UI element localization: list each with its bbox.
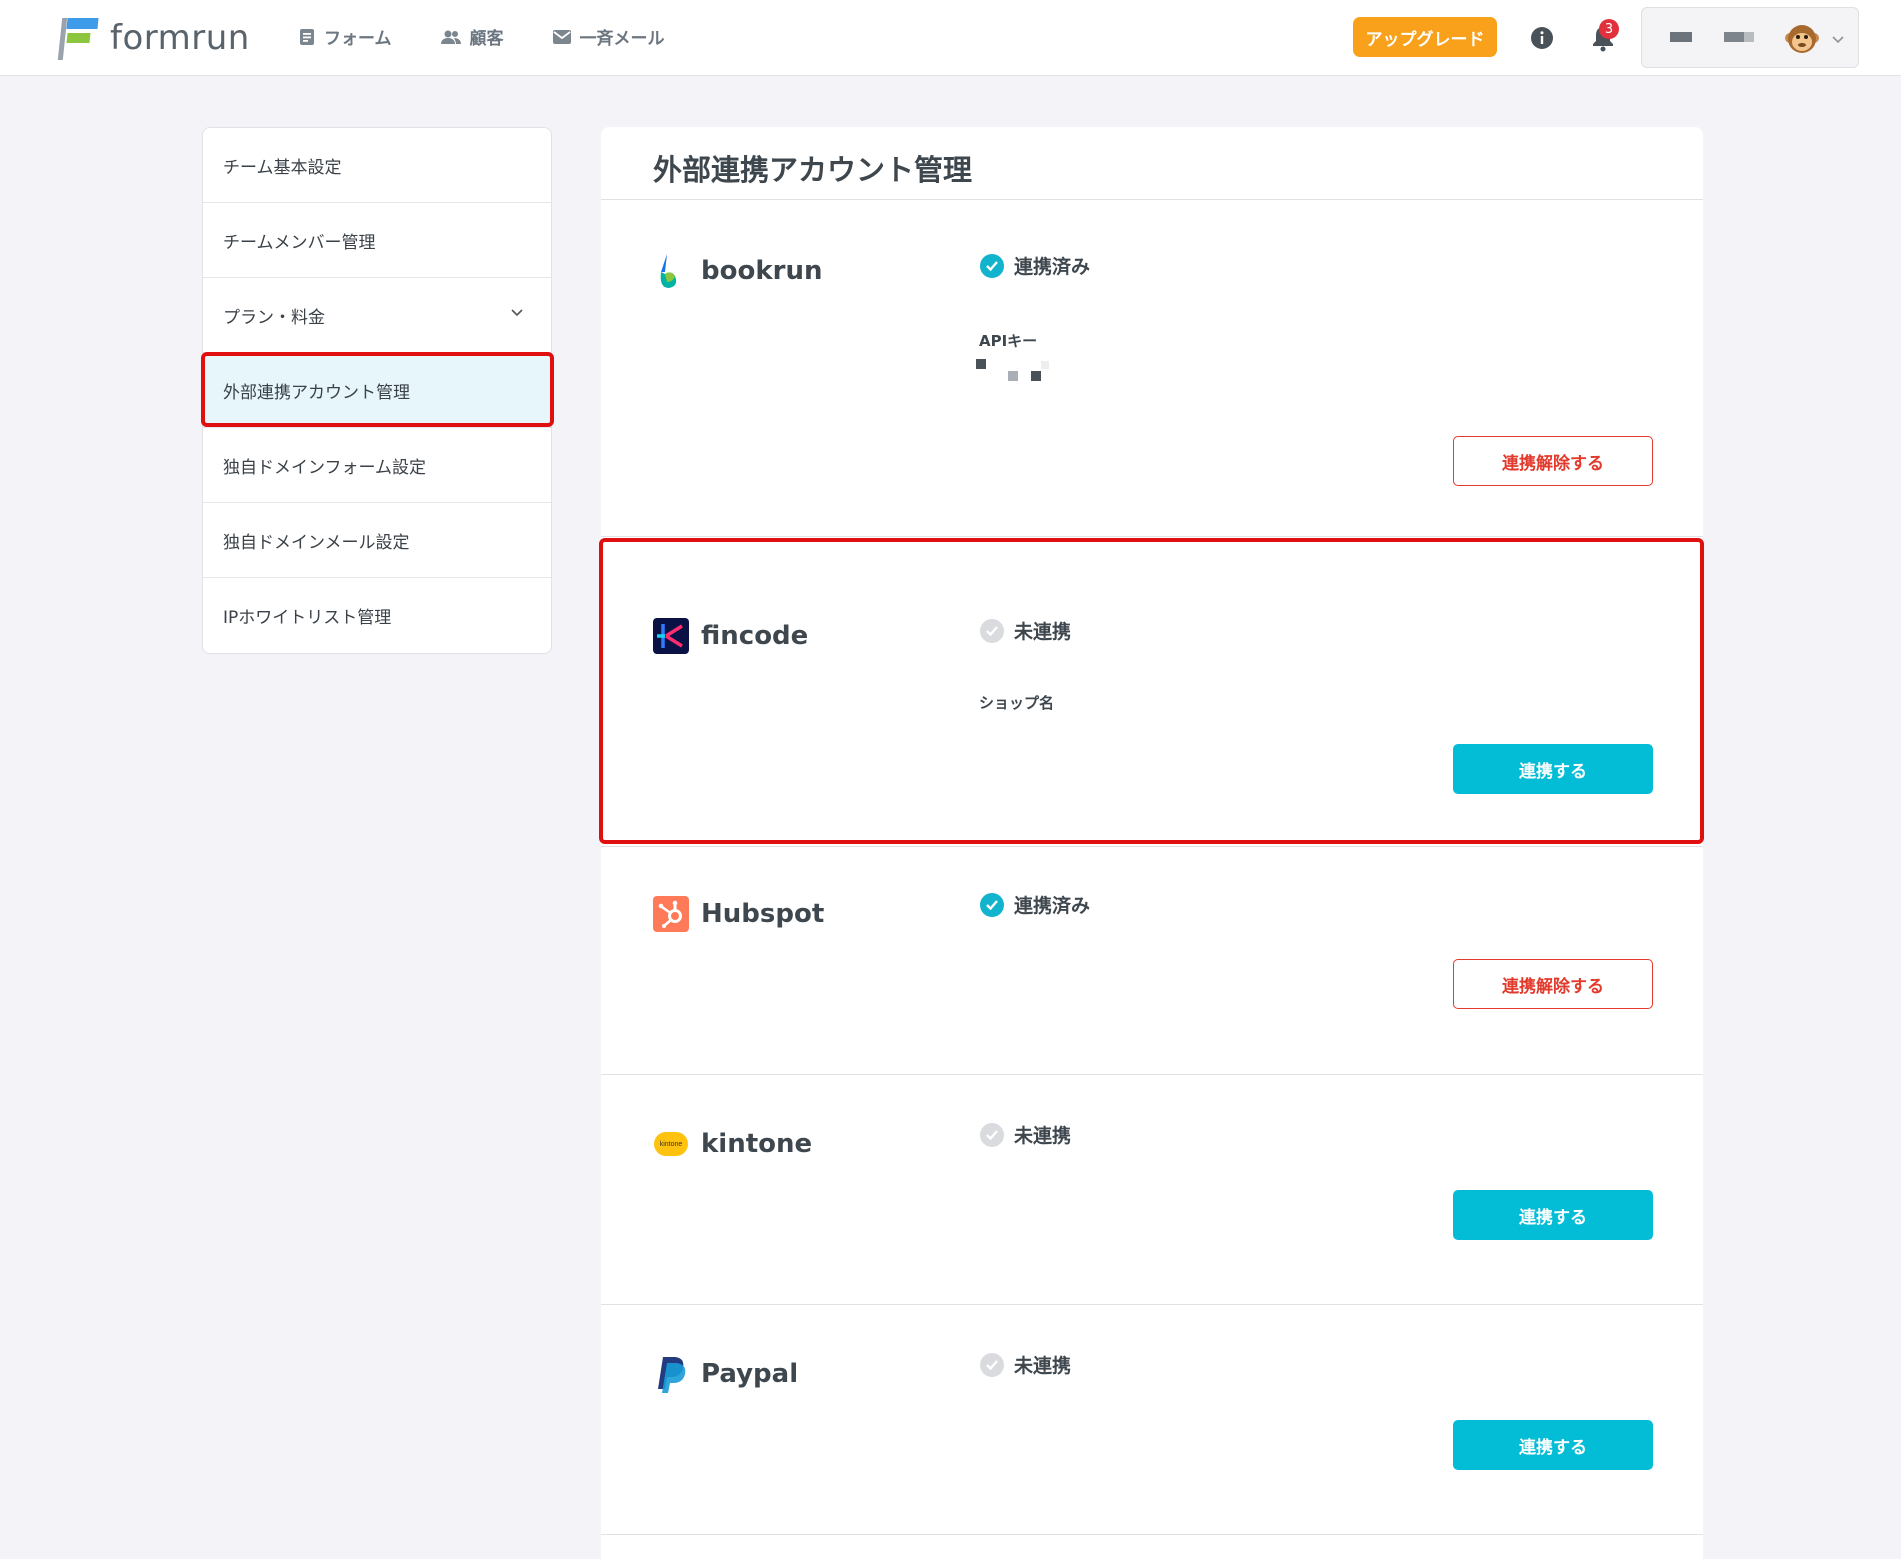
nav-forms-label: フォーム [324, 29, 392, 49]
service-name: bookrun [701, 256, 823, 286]
people-icon [440, 30, 461, 44]
user-menu[interactable] [1641, 7, 1859, 68]
sidebar-item-plan[interactable]: プラン・料金 [203, 278, 551, 353]
info-icon[interactable] [1530, 26, 1554, 50]
integration-bookrun: bookrun 連携済み APIキー 連携解除する [601, 200, 1703, 537]
nav-customers[interactable]: 顧客 [440, 24, 504, 49]
sidebar-item-team-members[interactable]: チームメンバー管理 [203, 203, 551, 278]
service-bookrun: bookrun [653, 252, 822, 290]
service-name: Paypal [701, 1359, 799, 1389]
mail-icon [552, 29, 571, 44]
bookrun-logo-icon [660, 254, 677, 288]
sidebar-item-label: チーム基本設定 [223, 157, 342, 178]
check-circle-icon [980, 892, 1004, 917]
check-circle-icon [980, 1352, 1004, 1377]
nav-customers-label: 顧客 [469, 29, 504, 49]
integration-paypal: Paypal 未連携 連携する [601, 1305, 1703, 1535]
monkey-avatar-icon [1785, 25, 1819, 53]
notification-badge: 3 [1599, 19, 1619, 39]
sidebar-item-label: プラン・料金 [223, 307, 325, 328]
sidebar-item-label: IPホワイトリスト管理 [223, 608, 392, 628]
form-icon [300, 28, 314, 45]
upgrade-button[interactable]: アップグレード [1353, 17, 1497, 57]
status-connected: 連携済み [980, 891, 1090, 918]
formrun-flag-icon [57, 16, 102, 60]
status-text: 未連携 [1014, 1355, 1072, 1377]
status-text: 連携済み [1014, 256, 1091, 278]
sidebar-item-ip-whitelist[interactable]: IPホワイトリスト管理 [203, 578, 551, 653]
highlight-box-sidebar [201, 352, 554, 427]
service-hubspot: Hubspot [653, 895, 824, 933]
kintone-logo-text: kintone [654, 1132, 688, 1156]
service-paypal: Paypal [653, 1355, 798, 1393]
service-name: kintone [701, 1129, 813, 1159]
sidebar-item-label: チームメンバー管理 [223, 232, 376, 253]
connect-button[interactable]: 連携する [1453, 1420, 1653, 1470]
formrun-logo[interactable]: formrun [57, 16, 250, 60]
status-not-connected: 未連携 [980, 1121, 1071, 1148]
sidebar-item-custom-domain-form[interactable]: 独自ドメインフォーム設定 [203, 428, 551, 503]
sidebar-item-team-basic[interactable]: チーム基本設定 [203, 128, 551, 203]
team-name-redacted [1724, 32, 1744, 42]
main-nav: フォーム 顧客 一斉メール [298, 24, 713, 49]
api-key-label: APIキー [979, 332, 1038, 350]
disconnect-button[interactable]: 連携解除する [1453, 959, 1653, 1009]
service-name: Hubspot [701, 899, 825, 929]
highlight-box-fincode [599, 538, 1704, 844]
paypal-logo-icon [658, 1357, 686, 1393]
status-text: 連携済み [1014, 895, 1091, 917]
chevron-down-icon [511, 309, 523, 317]
top-header: formrun フォーム 顧客 一斉メール アップグレード 3 [0, 0, 1901, 76]
kintone-logo-icon: kintone [653, 1125, 689, 1163]
disconnect-button[interactable]: 連携解除する [1453, 436, 1653, 486]
check-circle-icon [980, 1122, 1004, 1147]
sidebar-item-custom-domain-mail[interactable]: 独自ドメインメール設定 [203, 503, 551, 578]
status-text: 未連携 [1014, 1125, 1072, 1147]
sidebar-item-label: 独自ドメインメール設定 [223, 532, 410, 553]
nav-bulk-mail[interactable]: 一斉メール [552, 24, 665, 49]
integration-hubspot: Hubspot 連携済み 連携解除する [601, 847, 1703, 1075]
connect-button[interactable]: 連携する [1453, 1190, 1653, 1240]
page-title: 外部連携アカウント管理 [653, 153, 973, 187]
hubspot-logo-icon [653, 896, 689, 932]
nav-bulk-mail-label: 一斉メール [579, 29, 665, 49]
integration-kintone: kintone kintone 未連携 連携する [601, 1075, 1703, 1305]
nav-forms[interactable]: フォーム [298, 24, 392, 49]
sidebar-item-label: 独自ドメインフォーム設定 [223, 457, 426, 478]
user-name-redacted [1670, 32, 1692, 42]
status-not-connected: 未連携 [980, 1351, 1071, 1378]
check-circle-icon [980, 253, 1004, 278]
chevron-down-icon [1832, 36, 1844, 44]
service-kintone: kintone kintone [653, 1125, 812, 1163]
logo-text: formrun [110, 18, 250, 58]
status-connected: 連携済み [980, 252, 1090, 279]
